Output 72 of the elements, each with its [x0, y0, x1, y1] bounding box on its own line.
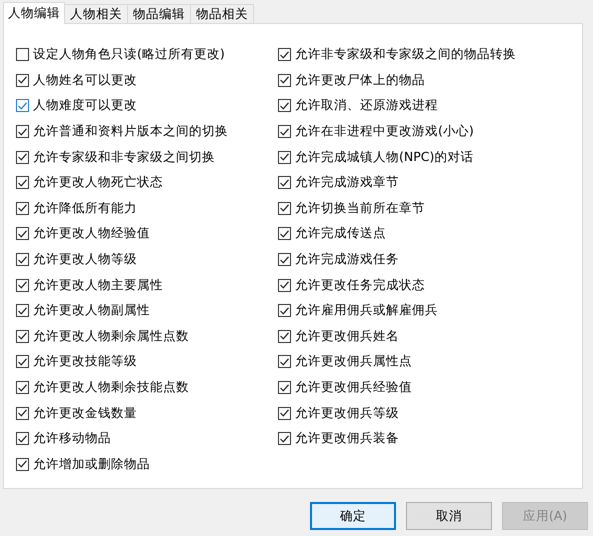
checkbox[interactable] — [278, 176, 291, 190]
checkbox[interactable] — [278, 227, 291, 240]
checkbox-label: 允许切换当前所在章节 — [295, 200, 425, 217]
checkbox[interactable] — [16, 278, 29, 292]
checkbox-label: 允许完成游戏章节 — [295, 174, 399, 192]
tab[interactable]: 人物相关 — [64, 4, 128, 23]
checkbox[interactable] — [278, 355, 291, 368]
checkbox[interactable] — [278, 278, 291, 292]
checkbox[interactable] — [16, 125, 29, 138]
checkbox-label: 允许更改人物死亡状态 — [33, 174, 163, 192]
tab[interactable]: 人物编辑 — [3, 2, 65, 24]
checkbox[interactable] — [278, 74, 291, 87]
checkbox[interactable] — [16, 381, 29, 394]
checkbox[interactable] — [16, 227, 29, 240]
checkbox-label: 允许更改佣兵属性点 — [295, 353, 412, 370]
checkbox[interactable] — [16, 74, 29, 87]
checkbox-label: 允许更改人物等级 — [33, 251, 137, 268]
checkbox-label: 允许更改佣兵等级 — [295, 404, 399, 422]
checkbox[interactable] — [16, 176, 29, 190]
checkbox-label: 允许增加或删除物品 — [33, 456, 150, 473]
checkbox-label: 允许更改金钱数量 — [33, 404, 137, 422]
checkbox[interactable] — [16, 330, 29, 343]
checkbox-label: 允许更改佣兵经验值 — [295, 379, 412, 396]
checkbox-label: 允许完成城镇人物(NPC)的对话 — [295, 148, 474, 166]
checkbox[interactable] — [16, 150, 29, 164]
checkbox[interactable] — [16, 355, 29, 368]
checkbox[interactable] — [278, 406, 291, 420]
checkbox[interactable] — [278, 150, 291, 164]
checkbox[interactable] — [278, 48, 291, 62]
checkbox-label: 允许非专家级和专家级之间的物品转换 — [295, 46, 516, 64]
checkbox-label: 允许更改佣兵姓名 — [295, 328, 399, 345]
checkbox-label: 人物难度可以更改 — [33, 97, 137, 114]
checkbox[interactable] — [16, 406, 29, 420]
checkbox-label: 允许取消、还原游戏进程 — [295, 97, 438, 114]
checkbox[interactable] — [16, 432, 29, 446]
checkbox-label: 允许更改人物经验值 — [33, 225, 150, 242]
checkbox[interactable] — [16, 202, 29, 215]
checkbox[interactable] — [278, 432, 291, 446]
checkbox-label: 允许移动物品 — [33, 430, 111, 448]
checkbox[interactable] — [278, 304, 291, 318]
checkbox-label: 允许完成游戏任务 — [295, 251, 399, 268]
checkbox-label: 允许降低所有能力 — [33, 200, 137, 217]
checkbox-label: 允许雇用佣兵或解雇佣兵 — [295, 302, 438, 320]
checkbox-label: 人物姓名可以更改 — [33, 72, 137, 89]
checkbox[interactable] — [278, 99, 291, 112]
cancel-button[interactable]: 取消 — [406, 502, 492, 530]
checkbox-label: 允许更改佣兵装备 — [295, 430, 399, 448]
checkbox[interactable] — [278, 330, 291, 343]
checkbox-label: 允许普通和资料片版本之间的切换 — [33, 123, 228, 140]
checkbox[interactable] — [16, 99, 29, 112]
checkbox[interactable] — [278, 381, 291, 394]
checkbox-label: 允许更改人物剩余属性点数 — [33, 328, 189, 345]
checkbox-label: 允许专家级和非专家级之间切换 — [33, 148, 215, 166]
tab[interactable]: 物品编辑 — [127, 4, 191, 23]
checkbox[interactable] — [16, 458, 29, 471]
checkbox[interactable] — [278, 125, 291, 138]
checkbox[interactable] — [278, 202, 291, 215]
checkbox[interactable] — [16, 304, 29, 318]
checkbox[interactable] — [278, 253, 291, 266]
checkbox[interactable] — [16, 48, 29, 62]
checkbox-label: 允许更改尸体上的物品 — [295, 72, 425, 89]
checkbox-label: 设定人物角色只读(略过所有更改) — [33, 46, 225, 64]
checkbox-label: 允许更改人物副属性 — [33, 302, 150, 320]
checkbox-label: 允许更改人物主要属性 — [33, 276, 163, 294]
checkbox-label: 允许更改人物剩余技能点数 — [33, 379, 189, 396]
checkbox-label: 允许更改技能等级 — [33, 353, 137, 370]
tab[interactable]: 物品相关 — [190, 4, 254, 23]
checkbox-label: 允许更改任务完成状态 — [295, 276, 425, 294]
checkbox-label: 允许完成传送点 — [295, 225, 386, 242]
ok-button[interactable]: 确定 — [310, 502, 396, 530]
checkbox[interactable] — [16, 253, 29, 266]
checkbox-label: 允许在非进程中更改游戏(小心) — [295, 123, 474, 140]
